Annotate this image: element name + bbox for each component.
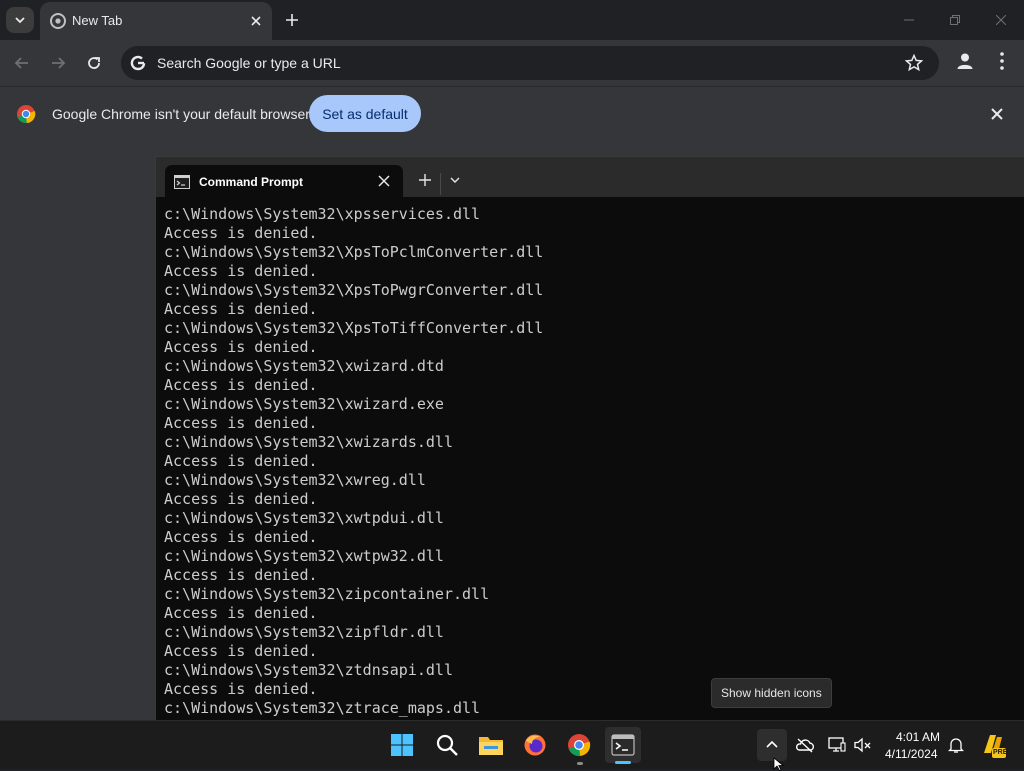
terminal-line: Access is denied. [164, 490, 318, 508]
chrome-logo-icon [17, 105, 36, 124]
restore-button[interactable] [940, 8, 970, 32]
terminal-window: Command Prompt c:\Windows\System32\xpsse… [155, 156, 1024, 721]
tab-close-button[interactable] [246, 11, 266, 31]
terminal-line: Access is denied. [164, 262, 318, 280]
omnibox[interactable]: Search Google or type a URL [121, 46, 939, 80]
file-explorer-button[interactable] [473, 727, 509, 763]
default-browser-infobar: Google Chrome isn't your default browser… [0, 86, 1024, 143]
search-icon [436, 734, 458, 756]
terminal-line: c:\Windows\System32\zipfldr.dll [164, 623, 444, 641]
terminal-line: c:\Windows\System32\zipcontainer.dll [164, 585, 490, 603]
terminal-icon [611, 734, 635, 756]
terminal-button[interactable] [605, 727, 641, 763]
terminal-line: Access is denied. [164, 528, 318, 546]
start-button[interactable] [384, 727, 420, 763]
close-icon[interactable] [988, 105, 1006, 123]
kebab-menu-icon[interactable] [992, 50, 1012, 72]
terminal-line: c:\Windows\System32\XpsToPclmConverter.d… [164, 243, 544, 261]
firefox-button[interactable] [517, 727, 553, 763]
google-icon [130, 55, 146, 71]
terminal-line: c:\Windows\System32\XpsToTiffConverter.d… [164, 319, 544, 337]
chevron-down-icon [15, 17, 25, 24]
profile-icon[interactable] [954, 50, 976, 72]
file-explorer-icon [479, 737, 503, 755]
omnibox-placeholder: Search Google or type a URL [157, 55, 341, 71]
terminal-line: c:\Windows\System32\xwtpdui.dll [164, 509, 444, 527]
back-button[interactable] [9, 50, 35, 76]
terminal-titlebar: Command Prompt [156, 157, 1024, 197]
set-as-default-button[interactable]: Set as default [309, 95, 421, 132]
terminal-line: c:\Windows\System32\xwreg.dll [164, 471, 426, 489]
tab-title: New Tab [72, 13, 123, 28]
restore-icon [950, 15, 960, 25]
terminal-line: Access is denied. [164, 604, 318, 622]
mouse-cursor-icon [773, 757, 785, 771]
terminal-line: Access is denied. [164, 338, 318, 356]
browser-tab[interactable]: New Tab [40, 2, 272, 40]
terminal-line: c:\Windows\System32\xwizard.exe [164, 395, 444, 413]
copilot-button[interactable]: PRE [978, 731, 1008, 759]
terminal-line: Access is denied. [164, 414, 318, 432]
minimize-button[interactable] [894, 8, 924, 32]
chrome-icon [568, 734, 591, 757]
close-icon [251, 16, 261, 26]
start-icon [391, 734, 413, 756]
browser-toolbar: Search Google or type a URL [0, 40, 1024, 86]
command-prompt-icon [174, 175, 190, 189]
close-icon [996, 15, 1006, 25]
clock-time[interactable]: 4:01 AM [896, 730, 940, 744]
infobar-message: Google Chrome isn't your default browser [52, 106, 310, 122]
terminal-line: Access is denied. [164, 642, 318, 660]
firefox-icon [524, 734, 546, 756]
copilot-badge: PRE [993, 749, 1008, 756]
terminal-line: c:\Windows\System32\XpsToPwgrConverter.d… [164, 281, 544, 299]
taskbar-search-button[interactable] [429, 727, 465, 763]
onedrive-icon[interactable] [795, 737, 815, 753]
terminal-line: c:\Windows\System32\xpsservices.dll [164, 205, 481, 223]
plus-icon[interactable] [418, 173, 432, 187]
terminal-line: Access is denied. [164, 224, 318, 242]
reload-icon [88, 57, 100, 69]
terminal-line: Access is denied. [164, 452, 318, 470]
terminal-line: c:\Windows\System32\ztdnsapi.dll [164, 661, 453, 679]
chrome-button[interactable] [561, 727, 597, 763]
bell-icon[interactable] [948, 736, 964, 754]
terminal-line: Access is denied. [164, 376, 318, 394]
chevron-up-icon [766, 740, 778, 748]
chrome-running-indicator [577, 762, 583, 765]
forward-button[interactable] [45, 50, 71, 76]
forward-arrow-icon [52, 57, 66, 69]
terminal-active-indicator [615, 761, 631, 764]
close-window-button[interactable] [986, 8, 1016, 32]
tooltip: Show hidden icons [711, 678, 832, 708]
back-arrow-icon [14, 57, 28, 69]
terminal-output[interactable]: c:\Windows\System32\xpsservices.dll Acces… [164, 205, 543, 718]
terminal-line: Access is denied. [164, 566, 318, 584]
terminal-tab-title: Command Prompt [199, 175, 304, 189]
terminal-tab[interactable]: Command Prompt [165, 165, 403, 197]
terminal-line: c:\Windows\System32\xwizard.dtd [164, 357, 444, 375]
taskbar: 4:01 AM 4/11/2024 PRE [0, 720, 1024, 771]
terminal-line: Access is denied. [164, 300, 318, 318]
close-icon[interactable] [377, 174, 391, 188]
volume-icon[interactable] [854, 737, 872, 753]
display-icon[interactable] [828, 736, 846, 754]
clock-date[interactable]: 4/11/2024 [885, 747, 938, 761]
terminal-line: c:\Windows\System32\ztrace_maps.dll [164, 699, 481, 717]
bookmark-star-icon[interactable] [905, 54, 923, 72]
plus-icon [286, 14, 298, 26]
reload-button[interactable] [81, 50, 107, 76]
chevron-down-icon[interactable] [448, 173, 462, 187]
tab-strip: New Tab [0, 0, 1024, 40]
chrome-favicon-icon [50, 13, 66, 29]
minimize-icon [904, 19, 914, 21]
tab-divider [440, 173, 441, 195]
terminal-line: c:\Windows\System32\xwizards.dll [164, 433, 453, 451]
new-tab-button[interactable] [282, 10, 302, 30]
terminal-line: Access is denied. [164, 680, 318, 698]
terminal-line: c:\Windows\System32\xwtpw32.dll [164, 547, 444, 565]
tab-search-button[interactable] [6, 7, 34, 33]
